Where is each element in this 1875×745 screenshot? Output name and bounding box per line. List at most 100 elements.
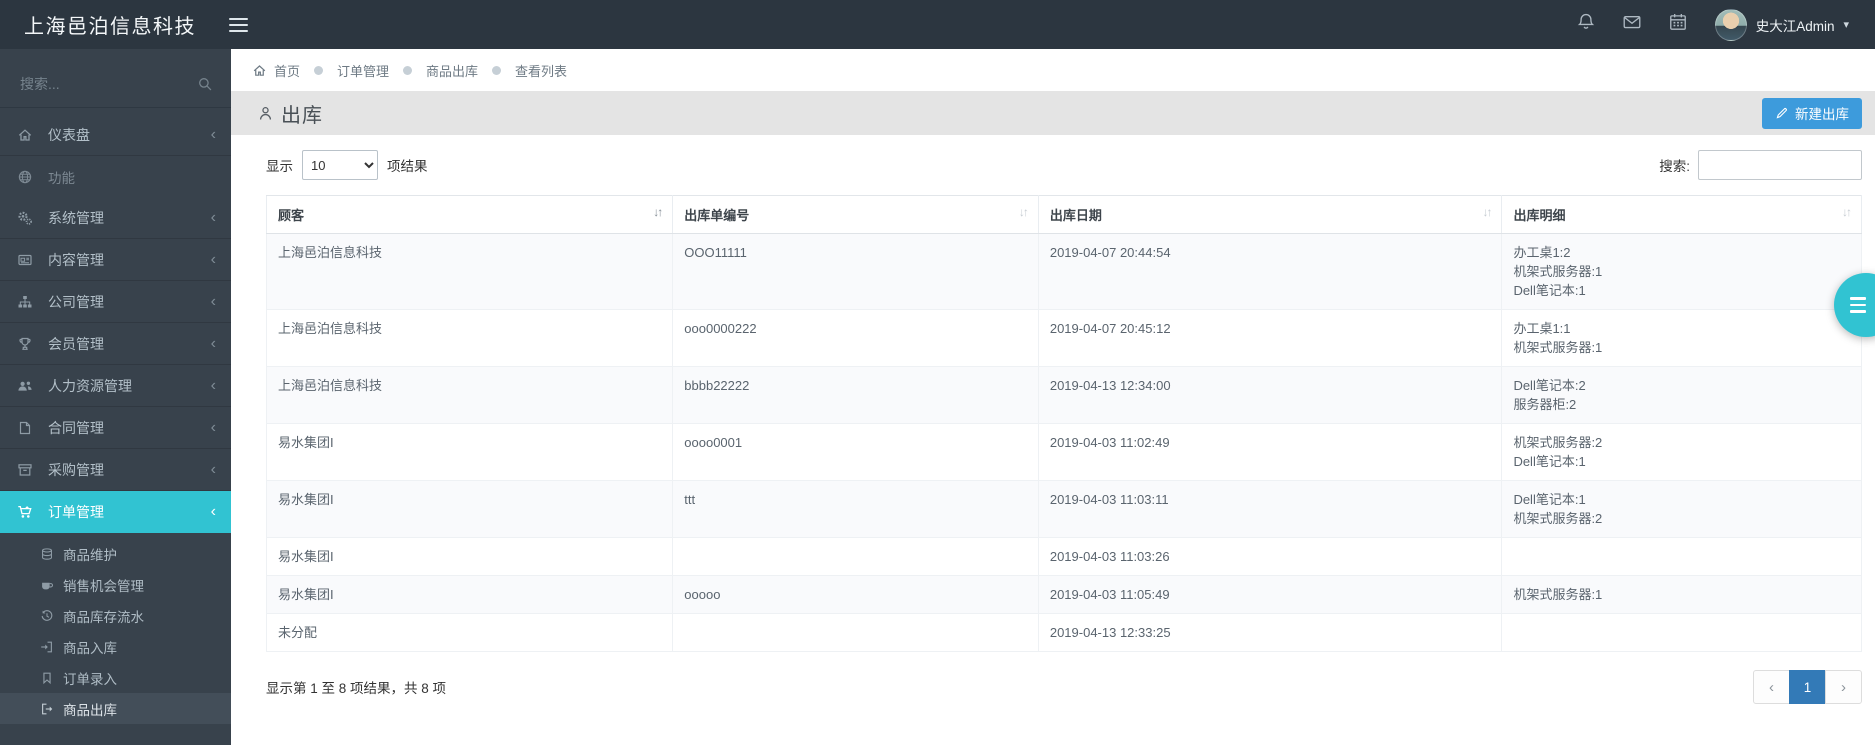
file-icon <box>17 420 42 436</box>
column-header-1[interactable]: 顾客 ↓↑ <box>265 195 674 234</box>
sort-icon[interactable]: ↓↑ <box>1842 205 1852 219</box>
table-search-input[interactable] <box>1698 150 1862 180</box>
page-1-button[interactable]: 1 <box>1789 670 1826 704</box>
chevron-left-icon: ‹ <box>210 376 216 394</box>
prev-page-button[interactable]: ‹ <box>1753 670 1790 704</box>
sidebar-subitem-product-maintenance[interactable]: 商品维护 <box>0 538 231 569</box>
sidebar-item-purchase-mgmt[interactable]: 采购管理 ‹ <box>0 449 231 491</box>
table-controls: 显示 10 项结果 搜索: <box>266 150 1862 180</box>
table-row: 上海邑泊信息科技 ooo0000222 2019-04-07 20:45:12 办工桌… <box>265 309 1862 367</box>
cell-order-no: ttt <box>672 480 1039 538</box>
user-name: 史大江Admin <box>1755 18 1835 34</box>
table-row: 易水集团I ooooo 2019-04-03 11:05:49 机架式服务器:1 <box>265 575 1862 614</box>
sort-icon[interactable]: ↓↑ <box>1019 205 1029 219</box>
column-header-2[interactable]: 出库单编号 ↓↑ <box>672 195 1039 234</box>
breadcrumb-item-4[interactable]: 查看列表 <box>515 61 567 80</box>
notifications-button[interactable] <box>1563 0 1609 49</box>
next-page-button[interactable]: › <box>1825 670 1862 704</box>
cell-customer: 易水集团I <box>265 423 674 481</box>
bell-icon <box>1576 12 1596 37</box>
sidebar-subitem-product-inbound[interactable]: 商品入库 <box>0 631 231 662</box>
sidebar-item-hr-mgmt[interactable]: 人力资源管理 ‹ <box>0 365 231 407</box>
cell-customer: 易水集团I <box>265 537 674 576</box>
home-icon <box>17 127 42 143</box>
sidebar-item-features: 功能 <box>0 156 231 197</box>
newspaper-icon <box>17 252 42 268</box>
chevron-left-icon: ‹ <box>210 125 216 143</box>
sidebar-item-dashboard[interactable]: 仪表盘 ‹ <box>0 114 231 156</box>
search-icon[interactable] <box>197 76 213 92</box>
table-footer: 显示第 1 至 8 项结果，共 8 项 ‹ 1 › <box>266 670 1862 704</box>
column-header-4[interactable]: 出库明细 ↓↑ <box>1501 195 1862 234</box>
results-label: 项结果 <box>387 159 428 174</box>
page-size-select[interactable]: 10 <box>302 150 378 180</box>
sidebar-item-system-mgmt[interactable]: 系统管理 ‹ <box>0 197 231 239</box>
cell-order-no: ooo0000222 <box>672 309 1039 367</box>
sidebar-item-label: 内容管理 <box>48 251 104 268</box>
cell-date: 2019-04-03 11:03:26 <box>1037 537 1503 576</box>
cell-order-no: ooooo <box>672 575 1039 614</box>
sidebar-subitem-sales-opportunity[interactable]: 销售机会管理 <box>0 569 231 600</box>
avatar <box>1714 8 1747 41</box>
calendar-button[interactable] <box>1655 0 1701 49</box>
sidebar-item-member-mgmt[interactable]: 会员管理 ‹ <box>0 323 231 365</box>
home-icon <box>252 63 267 78</box>
table-row: 上海邑泊信息科技 bbbb22222 2019-04-13 12:34:00 Dell… <box>265 366 1862 424</box>
table-search: 搜索: <box>1659 150 1862 180</box>
detail-line: Dell笔记本:1 <box>1513 454 1586 469</box>
sort-icon[interactable]: ↓↑ <box>1482 205 1492 219</box>
sidebar-item-contract-mgmt[interactable]: 合同管理 ‹ <box>0 407 231 449</box>
breadcrumb-item-3[interactable]: 商品出库 <box>426 61 478 80</box>
sidebar-subitem-label: 销售机会管理 <box>63 578 144 594</box>
sort-icon[interactable]: ↓↑ <box>653 205 663 219</box>
sidebar-subitem-order-entry[interactable]: 订单录入 <box>0 662 231 693</box>
chevron-left-icon: ‹ <box>210 502 216 520</box>
cell-details: 办工桌1:2 机架式服务器:1 Dell笔记本:1 <box>1501 233 1862 310</box>
breadcrumb-item-1[interactable]: 首页 <box>274 61 300 80</box>
brand-logo[interactable]: 上海邑泊信息科技 <box>0 10 196 39</box>
cell-customer: 易水集团I <box>265 575 674 614</box>
sidebar-subitem-label: 订单录入 <box>63 671 117 687</box>
sidebar-item-order-mgmt[interactable]: 订单管理 ‹ <box>0 491 231 533</box>
breadcrumb-item-2[interactable]: 订单管理 <box>337 61 389 80</box>
cell-date: 2019-04-03 11:03:11 <box>1037 480 1503 538</box>
main-area: 首页 订单管理 商品出库 查看列表 出库 新建出库 显示 10 项结果 搜索: <box>231 49 1875 745</box>
table-row: 易水集团I ttt 2019-04-03 11:03:11 Dell笔记本:1 机架式服… <box>265 480 1862 538</box>
sidebar-item-company-mgmt[interactable]: 公司管理 ‹ <box>0 281 231 323</box>
cell-details <box>1501 613 1862 652</box>
sidebar-item-label: 会员管理 <box>48 335 104 352</box>
table-row: 易水集团I oooo0001 2019-04-03 11:02:49 机架式服务器:2… <box>265 423 1862 481</box>
chevron-left-icon: ‹ <box>210 250 216 268</box>
sidebar-search-input[interactable] <box>18 75 191 93</box>
page-title: 出库 <box>281 104 323 127</box>
show-label: 显示 <box>266 159 293 174</box>
breadcrumb-separator-dot <box>403 65 413 75</box>
cell-details: 机架式服务器:1 <box>1501 575 1862 614</box>
gears-icon <box>17 210 42 226</box>
detail-line: Dell笔记本:1 <box>1513 492 1586 507</box>
sidebar-subitem-product-outbound[interactable]: 商品出库 <box>0 693 231 724</box>
chevron-left-icon: ‹ <box>210 334 216 352</box>
detail-line: Dell笔记本:1 <box>1513 283 1586 298</box>
sidebar-item-label: 功能 <box>48 170 75 186</box>
sidebar: 仪表盘‹功能系统管理‹内容管理‹公司管理‹会员管理‹人力资源管理‹合同管理‹采购… <box>0 49 231 745</box>
results-info: 显示第 1 至 8 项结果，共 8 项 <box>266 681 447 696</box>
cell-date: 2019-04-07 20:44:54 <box>1037 233 1503 310</box>
hamburger-icon[interactable] <box>223 12 254 38</box>
sidebar-search <box>0 49 231 108</box>
sidebar-subitem-inventory-flow[interactable]: 商品库存流水 <box>0 600 231 631</box>
detail-line: 机架式服务器:2 <box>1513 435 1603 450</box>
detail-line: 机架式服务器:1 <box>1513 587 1603 602</box>
breadcrumb-separator-dot <box>314 65 324 75</box>
cell-order-no <box>672 613 1039 652</box>
column-header-3[interactable]: 出库日期 ↓↑ <box>1037 195 1503 234</box>
cell-order-no <box>672 537 1039 576</box>
sidebar-item-content-mgmt[interactable]: 内容管理 ‹ <box>0 239 231 281</box>
user-menu[interactable]: 史大江Admin ▾ <box>1701 8 1875 41</box>
caret-down-icon: ▾ <box>1843 19 1849 31</box>
column-label: 出库单编号 <box>684 208 750 223</box>
calendar-icon <box>1668 12 1688 37</box>
new-outbound-button[interactable]: 新建出库 <box>1762 97 1862 129</box>
messages-button[interactable] <box>1609 0 1655 49</box>
sidebar-subitem-label: 商品维护 <box>63 547 117 563</box>
